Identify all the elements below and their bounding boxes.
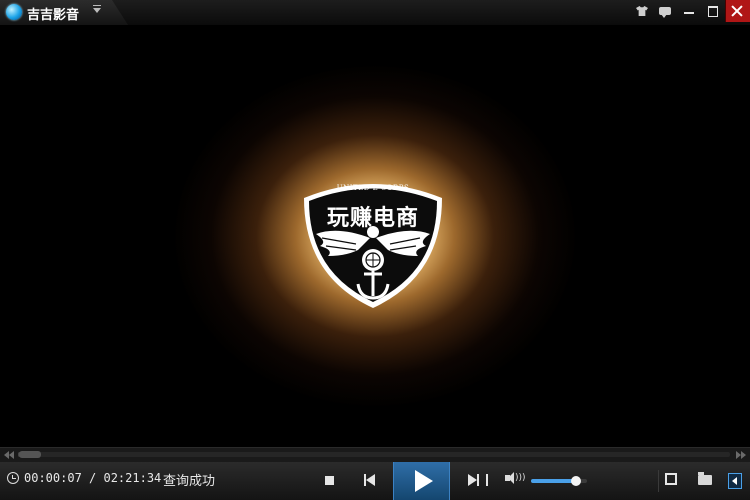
corps-badge: UNITED E CORPS 玩赚电商 (298, 176, 448, 311)
seek-thumb[interactable] (18, 451, 41, 458)
seek-track[interactable] (18, 451, 730, 458)
maximize-icon (708, 6, 718, 17)
maximize-button[interactable] (702, 0, 724, 22)
stop-button[interactable] (319, 462, 339, 500)
control-divider (658, 470, 659, 492)
stop-icon (325, 476, 334, 485)
minimize-button[interactable] (678, 0, 700, 22)
badge-corps-text: UNITED E CORPS (336, 184, 410, 192)
volume-waves-icon: ))) (515, 473, 526, 483)
playlist-panel-icon (728, 473, 742, 489)
menu-dropdown-icon[interactable] (93, 5, 101, 13)
badge-title-text: 玩赚电商 (326, 206, 419, 231)
folder-icon (698, 472, 712, 485)
seek-forward-icon[interactable] (741, 451, 746, 459)
minimize-icon (684, 12, 694, 14)
app-logo-icon (6, 4, 22, 20)
skin-button[interactable] (631, 0, 653, 22)
status-message: 查询成功 (163, 474, 216, 489)
feedback-icon (659, 7, 671, 18)
clock-icon (7, 472, 19, 484)
volume-thumb[interactable] (570, 476, 581, 486)
seek-bar[interactable] (0, 447, 750, 462)
total-time: 02:21:34 (103, 471, 162, 485)
close-button[interactable] (725, 0, 750, 22)
app-title: 吉吉影音 (27, 8, 80, 23)
shield-emblem-icon (304, 184, 442, 308)
seek-back-icon[interactable] (9, 451, 14, 459)
fullscreen-button[interactable] (662, 462, 682, 500)
close-icon (731, 5, 743, 17)
next-button[interactable] (464, 462, 488, 500)
title-bar: 吉吉影音 (0, 0, 750, 26)
mute-button[interactable]: ))) (503, 462, 526, 500)
skin-icon (636, 6, 648, 16)
time-separator: / (81, 471, 104, 485)
previous-button[interactable] (360, 462, 380, 500)
fullscreen-icon (665, 473, 677, 485)
playlist-toggle-button[interactable] (725, 462, 745, 500)
play-button[interactable] (393, 462, 450, 500)
previous-icon (364, 474, 375, 486)
next-icon (468, 474, 488, 486)
open-file-button[interactable] (695, 462, 715, 500)
video-display[interactable]: UNITED E CORPS 玩赚电商 (0, 26, 750, 447)
current-time: 00:00:07 (24, 471, 82, 485)
volume-level (531, 479, 576, 483)
app-menu-tab[interactable]: 吉吉影音 (0, 0, 128, 25)
time-display: 00:00:07 / 02:21:34 (24, 471, 161, 485)
play-icon (415, 470, 433, 492)
volume-slider[interactable] (531, 476, 587, 486)
feedback-button[interactable] (654, 0, 676, 22)
control-bar: 00:00:07 / 02:21:34 查询成功 ))) (0, 462, 750, 500)
seek-forward-icon[interactable] (736, 451, 741, 459)
volume-icon (505, 472, 514, 484)
